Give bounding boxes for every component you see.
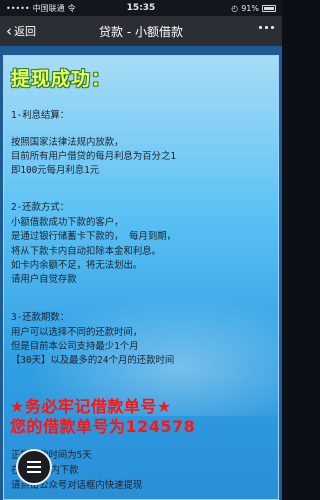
section2-line: 小额借款成功下款的客户， [11, 217, 124, 228]
article-content: 提现成功： 1-利息结算： 按照国家法律法规内放款， 目前所有用户借贷的每月利息… [0, 46, 282, 500]
section3-line: 但是目前本公司支持最少1个月 [11, 341, 139, 352]
battery-percent: 91% [241, 3, 259, 13]
headline: 提现成功： [11, 68, 112, 90]
status-bar: ••••• 中国联通 令 15:35 ◴ 91% [0, 0, 282, 16]
alarm-icon: ◴ [231, 3, 239, 13]
menu-icon [27, 461, 41, 463]
chevron-left-icon: ‹ [6, 21, 12, 40]
section2-line: 如卡内余额不足，将无法划出。 [11, 260, 143, 271]
battery-icon [262, 4, 276, 12]
more-options-icon[interactable] [259, 26, 274, 29]
menu-button[interactable] [16, 449, 52, 485]
section1-line: 目前所有用户借贷的每月利息为百分之1 [11, 151, 177, 162]
nav-bar: ‹ 返回 贷款 - 小额借款 [0, 16, 282, 46]
section2-line: 将从下款卡内自动扣除本金和利息。 [11, 246, 162, 257]
section2-line: 是通过银行储蓄卡下款的， 每月到期， [11, 231, 177, 242]
page-title: 贷款 - 小额借款 [99, 24, 183, 39]
back-button[interactable]: ‹ 返回 [0, 23, 36, 39]
carrier-name: 中国联通 [32, 3, 65, 13]
signal-icon: ••••• [6, 3, 30, 13]
wifi-icon: 令 [67, 3, 76, 13]
notice-card: 提现成功： 1-利息结算： 按照国家法律法规内放款， 目前所有用户借贷的每月利息… [3, 55, 279, 500]
section2-heading: 2-还款方式： [11, 202, 70, 213]
section1-line: 按照国家法律法规内放款， [11, 137, 124, 148]
section1-heading: 1-利息结算： [11, 110, 70, 121]
section2-line: 请用户自觉存款 [11, 274, 77, 285]
section1-line: 即100元每月利息1元 [11, 165, 100, 176]
section3-heading: 3-还款期数： [11, 312, 70, 323]
loan-number-text: 您的借款单号为124578 [10, 417, 196, 436]
section3-line: 【30天】以及最多的24个月的还款时间 [11, 355, 175, 366]
back-label: 返回 [14, 25, 36, 38]
section3-line: 用户可以选择不同的还款时间， [11, 327, 143, 338]
